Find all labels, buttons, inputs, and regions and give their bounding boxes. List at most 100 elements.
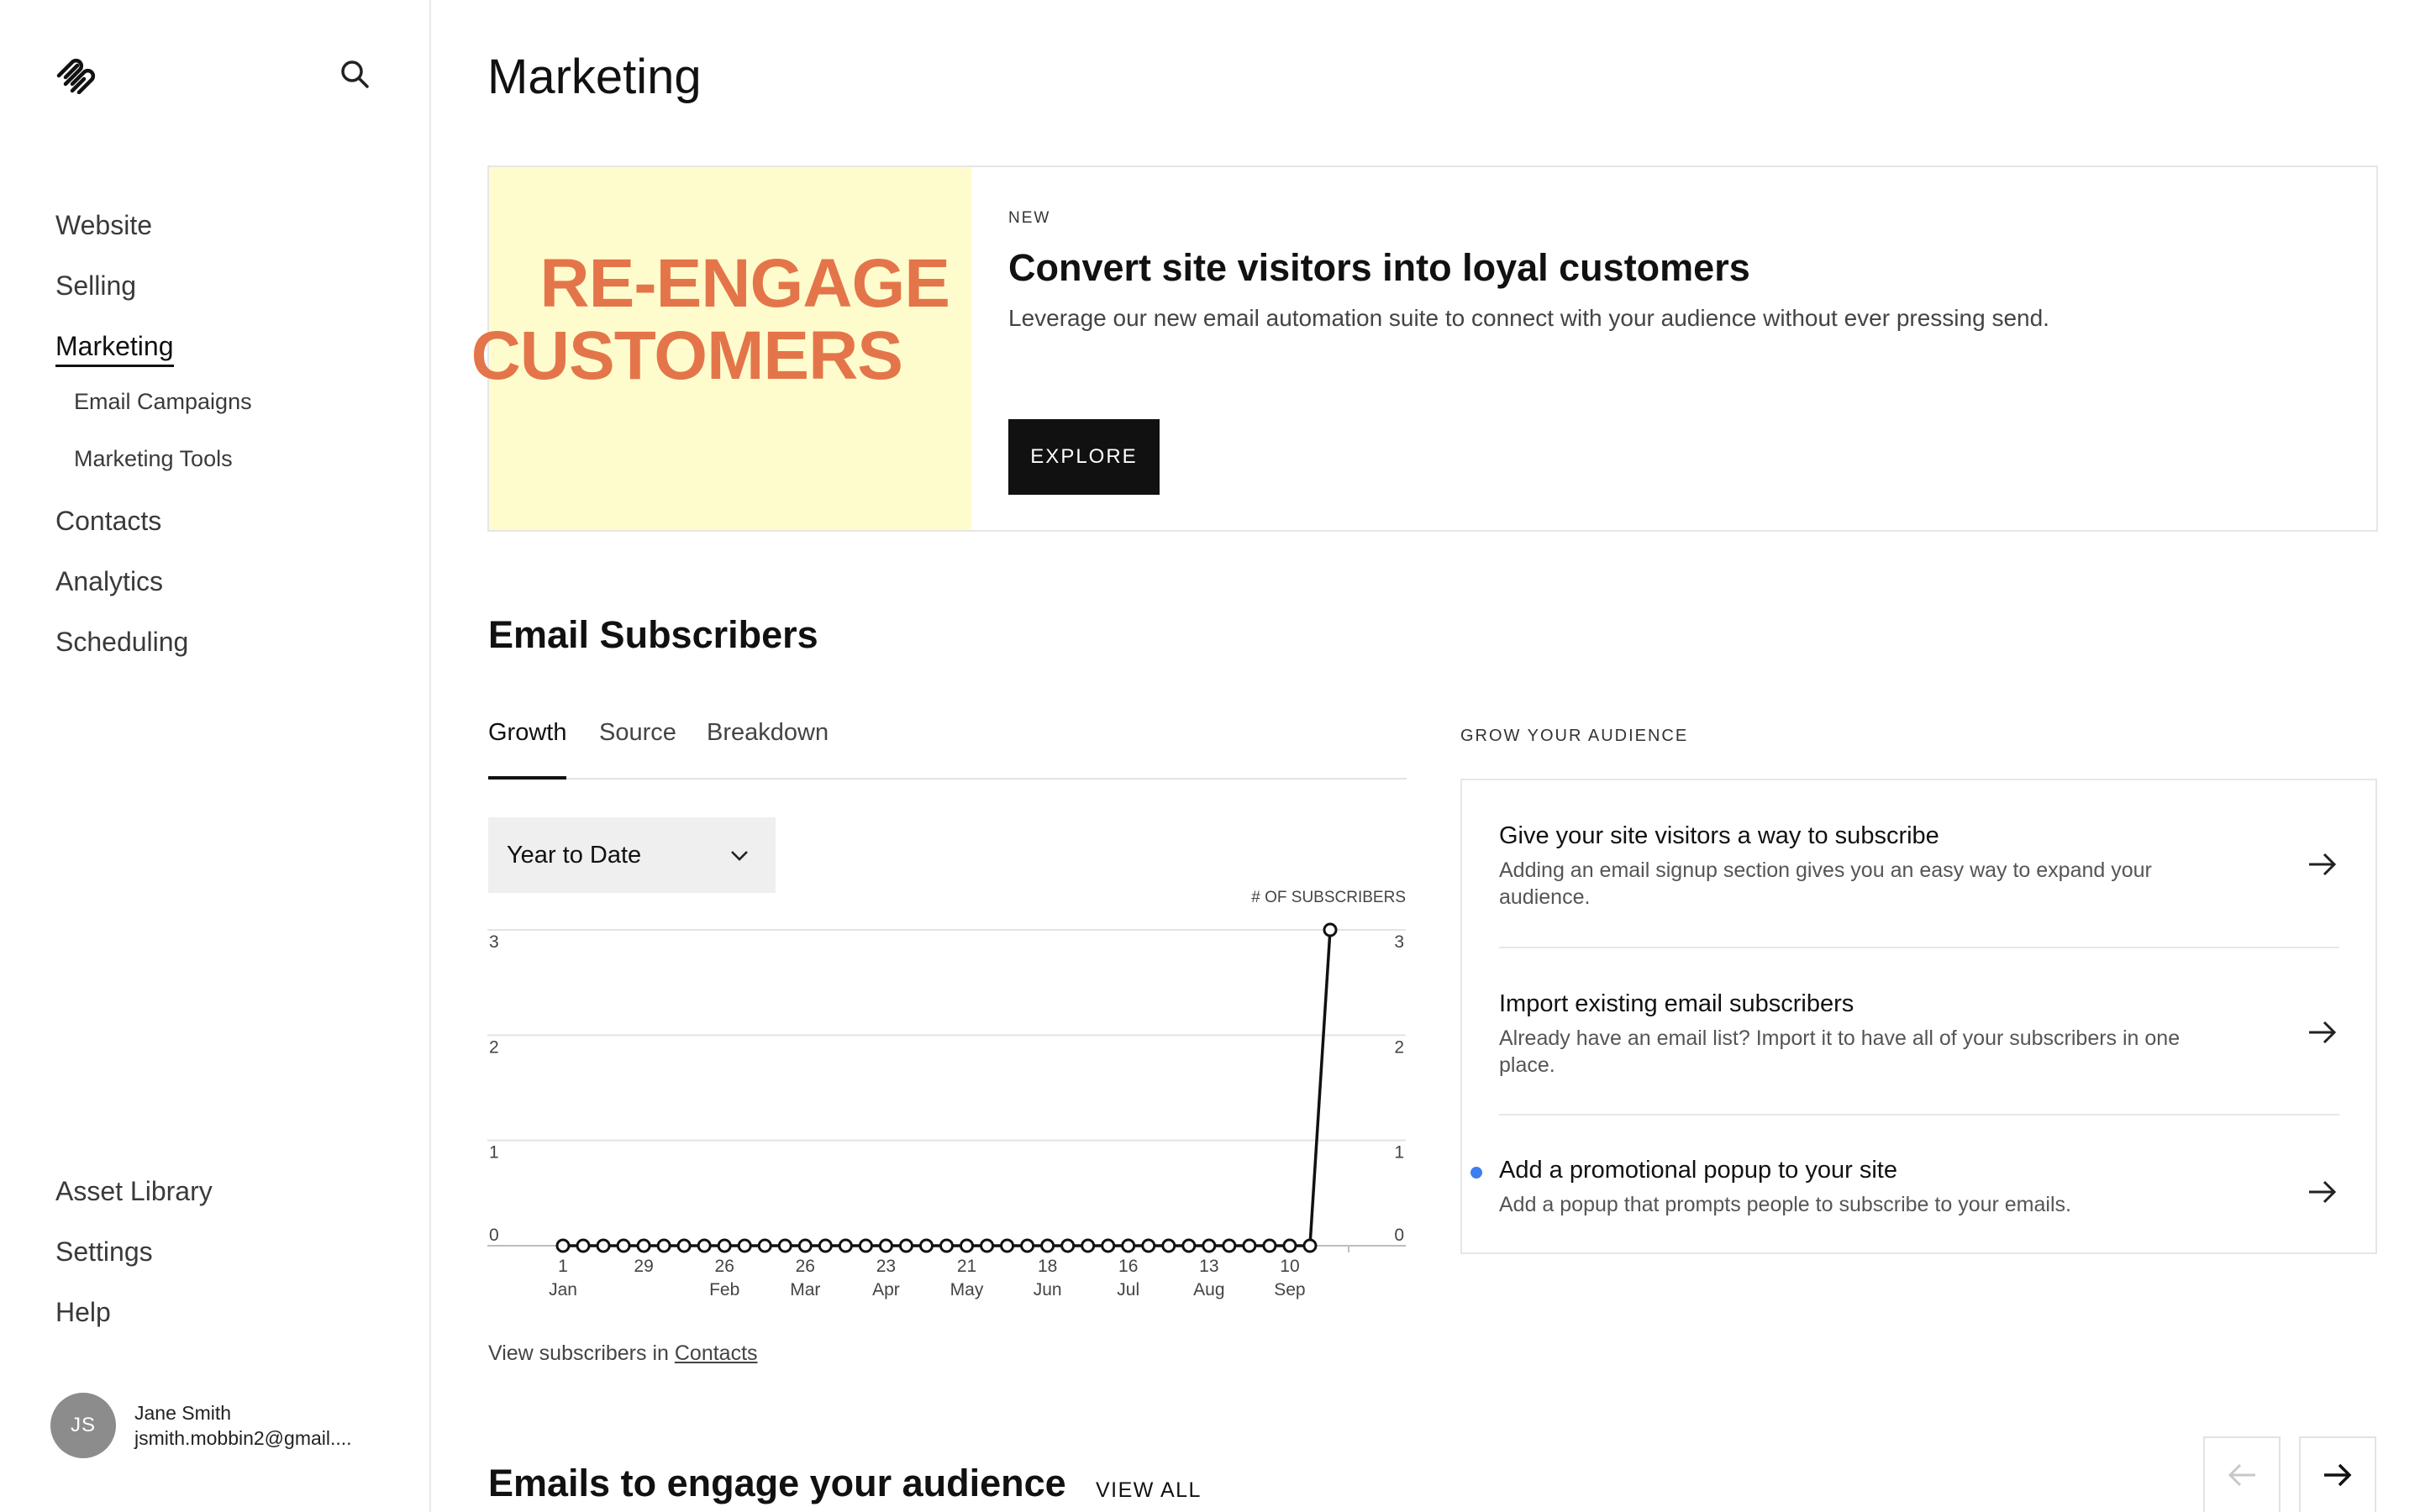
email-subscribers-title: Email Subscribers [488, 613, 818, 656]
user-account[interactable]: JS Jane Smith jsmith.mobbin2@gmail.... [50, 1393, 352, 1458]
sidebar-item-selling[interactable]: Selling [55, 262, 252, 323]
sidebar-item-scheduling[interactable]: Scheduling [55, 618, 252, 679]
sidebar-item-website[interactable]: Website [55, 202, 252, 262]
x-tick-label-day: 10 [1280, 1257, 1299, 1276]
avatar[interactable]: JS [50, 1393, 116, 1458]
data-point [1020, 1238, 1035, 1253]
user-email: jsmith.mobbin2@gmail.... [134, 1427, 352, 1449]
data-point [1121, 1238, 1136, 1253]
explore-button[interactable]: EXPLORE [1008, 419, 1160, 495]
data-point [818, 1238, 833, 1253]
squarespace-logo-icon[interactable] [54, 55, 96, 95]
y-tick-label-right: 3 [1394, 932, 1404, 952]
data-point [717, 1238, 732, 1253]
grow-item-description: Adding an email signup section gives you… [1499, 858, 2152, 909]
promo-description: Leverage our new email automation suite … [1008, 305, 2049, 331]
arrow-right-icon[interactable] [2306, 1175, 2339, 1209]
data-point [858, 1238, 873, 1253]
data-point [1262, 1238, 1277, 1253]
data-point [797, 1238, 813, 1253]
x-tick-label-day: 23 [876, 1257, 896, 1276]
search-icon[interactable] [338, 57, 371, 91]
carousel-prev-button[interactable] [2203, 1436, 2281, 1512]
sidebar-subitem-email-campaigns[interactable]: Email Campaigns [55, 383, 252, 440]
grow-item-promotional-popup[interactable]: Add a promotional popup to your site Add… [1470, 1157, 2339, 1218]
data-point [576, 1238, 591, 1253]
x-tick-label-month: Jul [1117, 1280, 1139, 1299]
tab-growth[interactable]: Growth [488, 719, 567, 780]
date-range-value: Year to Date [507, 841, 642, 869]
data-point [737, 1238, 752, 1253]
promo-image-line2: CUSTOMERS [471, 318, 903, 394]
sidebar-bottom-nav: Asset Library Settings Help [55, 1168, 213, 1349]
x-tick-label-day: 21 [957, 1257, 976, 1276]
data-point [1302, 1238, 1318, 1253]
chevron-down-icon [731, 851, 748, 861]
y-tick-label-right: 0 [1394, 1226, 1404, 1245]
data-point [918, 1238, 934, 1253]
data-point [980, 1238, 995, 1253]
data-point [1222, 1238, 1237, 1253]
user-name: Jane Smith [134, 1402, 232, 1424]
tab-breakdown[interactable]: Breakdown [707, 719, 829, 780]
data-point [960, 1238, 975, 1253]
view-subscribers-text: View subscribers in Contacts [488, 1341, 758, 1366]
x-tick-label-day: 13 [1199, 1257, 1218, 1276]
data-point [616, 1238, 631, 1253]
contacts-link[interactable]: Contacts [675, 1341, 758, 1365]
subscribers-tabs: Growth Source Breakdown [488, 714, 1407, 780]
grow-audience-label: GROW YOUR AUDIENCE [1460, 727, 1689, 745]
sidebar-nav: Website Selling Marketing Email Campaign… [55, 202, 252, 679]
promo-image-text: RE-ENGAGE CUSTOMERS [471, 248, 950, 392]
y-tick-label-left: 3 [489, 932, 499, 952]
x-tick-label-day: 29 [634, 1257, 653, 1276]
data-point [1242, 1238, 1257, 1253]
arrow-right-icon[interactable] [2306, 1016, 2339, 1049]
x-tick-label-month: Apr [872, 1280, 900, 1299]
data-point [1040, 1238, 1055, 1253]
promo-image: RE-ENGAGE CUSTOMERS [471, 167, 971, 530]
grow-item-description: Already have an email list? Import it to… [1499, 1026, 2181, 1077]
grow-item-title: Add a promotional popup to your site [1499, 1157, 1897, 1184]
y-tick-label-right: 2 [1394, 1037, 1404, 1057]
data-point [1323, 922, 1338, 937]
promo-banner: RE-ENGAGE CUSTOMERS NEW Convert site vis… [471, 165, 2378, 532]
data-point [838, 1238, 853, 1253]
promo-title: Convert site visitors into loyal custome… [1008, 246, 1750, 289]
promo-body: NEW Convert site visitors into loyal cus… [1008, 209, 2049, 332]
arrow-right-icon [2324, 1463, 2352, 1487]
x-tick-label-month: Jun [1034, 1280, 1062, 1299]
grow-item-subscribe-section[interactable]: Give your site visitors a way to subscri… [1499, 822, 2339, 911]
sidebar-item-marketing[interactable]: Marketing [55, 323, 252, 383]
sidebar-item-analytics[interactable]: Analytics [55, 558, 252, 618]
data-point [1282, 1238, 1297, 1253]
data-point [697, 1238, 712, 1253]
x-tick-label-month: Sep [1274, 1280, 1305, 1299]
data-point [1101, 1238, 1116, 1253]
view-all-link[interactable]: VIEW ALL [1096, 1478, 1202, 1503]
data-point [1000, 1238, 1015, 1253]
series-line [563, 929, 1332, 1247]
tab-source[interactable]: Source [599, 719, 676, 780]
x-tick-label-month: Mar [790, 1280, 820, 1299]
data-point [555, 1238, 571, 1253]
data-point [1181, 1238, 1197, 1253]
grow-audience-panel: Give your site visitors a way to subscri… [1460, 779, 2377, 1254]
arrow-left-icon [2228, 1463, 2255, 1487]
data-point [1060, 1238, 1076, 1253]
page-title: Marketing [487, 50, 702, 104]
view-subscribers-prefix: View subscribers in [488, 1341, 675, 1365]
sidebar-item-help[interactable]: Help [55, 1289, 213, 1349]
grow-item-import-subscribers[interactable]: Import existing email subscribers Alread… [1499, 990, 2339, 1079]
grow-item-title: Import existing email subscribers [1499, 990, 1854, 1017]
data-point [1141, 1238, 1156, 1253]
sidebar: Website Selling Marketing Email Campaign… [0, 0, 431, 1512]
sidebar-item-contacts[interactable]: Contacts [55, 497, 252, 558]
subscribers-growth-chart: # OF SUBSCRIBERS0 01 12 23 31Jan29 26Feb26Mar… [487, 889, 1406, 1299]
y-axis-label: # OF SUBSCRIBERS [1251, 889, 1406, 906]
carousel-next-button[interactable] [2299, 1436, 2376, 1512]
sidebar-item-settings[interactable]: Settings [55, 1228, 213, 1289]
arrow-right-icon[interactable] [2306, 848, 2339, 881]
sidebar-item-asset-library[interactable]: Asset Library [55, 1168, 213, 1228]
sidebar-subitem-marketing-tools[interactable]: Marketing Tools [55, 440, 252, 497]
